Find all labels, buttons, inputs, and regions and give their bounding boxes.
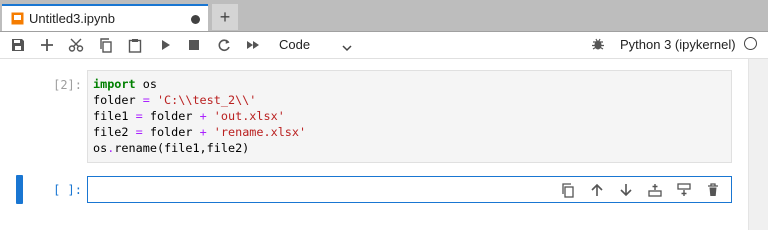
scrollbar[interactable]	[748, 59, 768, 230]
code-token: file2	[93, 125, 136, 139]
chevron-down-icon[interactable]	[342, 39, 352, 57]
notebook-icon	[11, 12, 24, 30]
code-token: file1	[93, 109, 136, 123]
code-token: =	[135, 109, 143, 123]
code-token: import	[93, 77, 136, 91]
active-cell-indicator	[16, 175, 23, 204]
code-token: rename(file1,file2)	[114, 141, 250, 155]
code-line: import os	[93, 76, 306, 92]
code-token: +	[199, 109, 207, 123]
restart-icon[interactable]	[214, 35, 234, 55]
bug-icon[interactable]	[591, 37, 605, 56]
cell-prompt-active: [ ]:	[53, 183, 82, 197]
code-token: 'out.xlsx'	[213, 109, 285, 123]
tab-bar: Untitled3.ipynb +	[0, 0, 768, 32]
code-token: =	[142, 93, 150, 107]
notebook-tab[interactable]: Untitled3.ipynb	[2, 4, 208, 31]
duplicate-icon[interactable]	[558, 180, 578, 200]
kernel-name[interactable]: Python 3 (ipykernel)	[620, 37, 736, 52]
save-icon[interactable]	[8, 35, 28, 55]
code-token: folder	[142, 109, 200, 123]
insert-above-icon[interactable]	[645, 180, 665, 200]
code-editor[interactable]: import os folder = 'C:\\test_2\\' file1 = …	[93, 76, 306, 156]
code-line: folder = 'C:\\test_2\\'	[93, 92, 306, 108]
code-token: os	[135, 77, 157, 91]
run-icon[interactable]	[156, 35, 176, 55]
cut-icon[interactable]	[66, 35, 86, 55]
move-down-icon[interactable]	[616, 180, 636, 200]
code-token: folder	[142, 125, 200, 139]
insert-below-icon[interactable]	[674, 180, 694, 200]
add-icon[interactable]	[37, 35, 57, 55]
code-token: 'C:\\test_2\\'	[156, 93, 257, 107]
code-line: file2 = folder + 'rename.xlsx'	[93, 124, 306, 140]
code-token: +	[199, 125, 207, 139]
code-token: folder	[93, 93, 143, 107]
stop-icon[interactable]	[184, 35, 204, 55]
code-token: os	[93, 141, 108, 155]
kernel-status-icon	[744, 37, 757, 50]
paste-icon[interactable]	[125, 35, 145, 55]
tab-title: Untitled3.ipynb	[29, 11, 115, 26]
delete-icon[interactable]	[703, 180, 723, 200]
cell-type-select[interactable]: Code	[279, 37, 310, 52]
unsaved-dot-icon[interactable]	[191, 15, 200, 24]
copy-icon[interactable]	[96, 35, 116, 55]
new-tab-button[interactable]: +	[212, 4, 238, 30]
code-token: 'rename.xlsx'	[213, 125, 307, 139]
code-line: file1 = folder + 'out.xlsx'	[93, 108, 306, 124]
code-token: =	[135, 125, 143, 139]
move-up-icon[interactable]	[587, 180, 607, 200]
fast-forward-icon[interactable]	[243, 35, 263, 55]
cell-prompt: [2]:	[53, 78, 82, 92]
code-line: os.rename(file1,file2)	[93, 140, 306, 156]
code-cell[interactable]: import os folder = 'C:\\test_2\\' file1 = …	[87, 70, 732, 163]
